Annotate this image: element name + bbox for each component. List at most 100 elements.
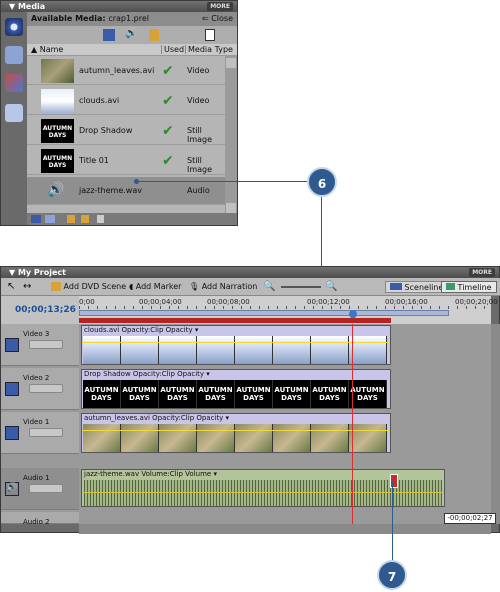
transitions-icon[interactable] [5, 74, 23, 92]
scroll-down-arrow[interactable] [226, 203, 236, 213]
speaker-icon: 🔊 [47, 182, 65, 198]
timeline-clip[interactable]: clouds.avi Opacity:Clip Opacity ▾ [81, 325, 391, 365]
audio-waveform [84, 480, 442, 506]
opacity-line [82, 430, 390, 431]
leaves-thumbnail [41, 59, 74, 83]
clip-frame [273, 424, 311, 452]
callout-6: 6 [307, 167, 337, 197]
film-reel-icon[interactable] [5, 18, 23, 36]
add-marker-label: Add Marker [135, 282, 182, 291]
time-ruler[interactable]: 0;00 00;00;04;00 00;00;08;00 00;00;12;00 00;… [79, 296, 498, 324]
new-folder-icon[interactable] [67, 215, 75, 223]
project-panel: ▼ My Project MORE ↖ ↔ Add DVD Scene ◖ Ad… [0, 266, 500, 534]
selection-tool-icon[interactable]: ↖ [7, 281, 15, 293]
zoom-slider[interactable] [281, 286, 321, 288]
media-item-name: clouds.avi [79, 96, 120, 105]
clip-frame [159, 336, 197, 364]
clip-frame [349, 336, 387, 364]
close-label: Close [211, 14, 233, 23]
clip-frame: AUTUMN DAYS [235, 380, 273, 408]
media-item-type: Video [187, 96, 210, 105]
icon-view-icon[interactable] [45, 215, 55, 223]
ruler-tick-label: 00;00;12;00 [307, 298, 350, 306]
timeline-clip[interactable]: autumn_leaves.avi Opacity:Clip Opacity ▾ [81, 413, 391, 453]
clip-frame [121, 336, 159, 364]
video-track-icon[interactable] [5, 426, 19, 440]
sceneline-tab[interactable]: Sceneline [385, 281, 449, 293]
more-button[interactable]: MORE [207, 2, 233, 11]
media-list-item[interactable]: AUTUMN DAYS Title 01 ✔ Still Image [27, 147, 225, 175]
ruler-tick-label: 0;00 [79, 298, 95, 306]
name-column-header[interactable]: ▲ Name [31, 45, 63, 54]
keyframe-controls[interactable] [29, 484, 63, 493]
type-column-header[interactable]: Media Type [185, 45, 233, 54]
add-marker-button[interactable]: ◖ Add Marker [129, 281, 181, 293]
autumn-thumbnail: AUTUMN DAYS [41, 149, 74, 173]
folder-icon[interactable] [81, 215, 89, 223]
clip-label: jazz-theme.wav Volume:Clip Volume ▾ [84, 470, 217, 478]
used-check-icon: ✔ [162, 63, 174, 79]
clip-frame [159, 424, 197, 452]
clip-frame: AUTUMN DAYS [197, 380, 235, 408]
keyframe-controls[interactable] [29, 384, 63, 393]
media-item-type: Video [187, 66, 210, 75]
clip-frame: AUTUMN DAYS [311, 380, 349, 408]
clip-effect-dropdown[interactable]: Opacity:Clip Opacity [152, 414, 223, 422]
scroll-up-arrow[interactable] [226, 58, 236, 68]
zoom-in-icon[interactable]: 🔍 [325, 281, 337, 293]
keyframe-controls[interactable] [29, 428, 63, 437]
media-item-name: autumn_leaves.avi [79, 66, 155, 75]
media-item-type: Audio [187, 186, 210, 195]
sceneline-label: Sceneline [404, 283, 444, 292]
video-track-icon[interactable] [5, 338, 19, 352]
clouds-thumbnail [41, 89, 74, 113]
audio-track-icon[interactable]: 🔊 [5, 482, 19, 496]
trash-icon[interactable] [97, 215, 104, 223]
close-button[interactable]: ⇐ Close [202, 12, 233, 26]
effects-icon[interactable] [5, 46, 23, 64]
list-view-icon[interactable] [31, 215, 41, 223]
clip-effect-dropdown[interactable]: Volume:Clip Volume [141, 470, 211, 478]
zoom-out-icon[interactable]: 🔍 [263, 281, 275, 293]
clip-frame: AUTUMN DAYS [349, 380, 387, 408]
titles-icon[interactable] [5, 104, 23, 122]
current-timecode[interactable]: 00;00;13;26 [1, 296, 79, 324]
timeline-icon [446, 283, 455, 290]
timeline-horizontal-scrollbar[interactable] [79, 524, 491, 534]
clip-effect-dropdown[interactable]: Opacity:Clip Opacity [133, 370, 204, 378]
add-dvd-scene-button[interactable]: Add DVD Scene [51, 281, 126, 293]
project-more-button[interactable]: MORE [469, 268, 495, 277]
clip-frame [197, 424, 235, 452]
time-stretch-icon[interactable]: ↔ [23, 281, 31, 293]
track-header: Audio 2 [1, 512, 79, 526]
media-list-item[interactable]: autumn_leaves.avi ✔ Video [27, 57, 225, 85]
video-track-icon[interactable] [5, 382, 19, 396]
media-scrollbar[interactable] [225, 56, 237, 215]
timeline-clip[interactable]: Drop Shadow Opacity:Clip Opacity ▾ AUTUMN… [81, 369, 391, 409]
image-filter-icon[interactable] [149, 29, 159, 41]
timeline-tab[interactable]: Timeline [441, 281, 497, 293]
media-list-item[interactable]: clouds.avi ✔ Video [27, 87, 225, 115]
audio-filter-icon[interactable]: 🔊 [125, 28, 137, 39]
available-media-header: Available Media: crap1.prel ⇐ Close [27, 12, 237, 26]
track-name: Audio 2 [23, 518, 50, 526]
ruler-tick-label: 00;00;20;00 [455, 298, 498, 306]
sceneline-icon [390, 283, 402, 290]
media-filter-bar: 🔊 [27, 26, 237, 44]
media-panel: ▼ Media MORE Available Media: crap1.prel… [0, 0, 238, 226]
clip-effect-dropdown[interactable]: Opacity:Clip Opacity [121, 326, 192, 334]
used-check-icon: ✔ [162, 123, 174, 139]
add-dvd-scene-label: Add DVD Scene [63, 282, 127, 291]
used-check-icon: ✔ [162, 153, 174, 169]
add-narration-button[interactable]: 🎙 Add Narration [189, 281, 257, 293]
new-item-icon[interactable] [205, 29, 215, 41]
callout-6-dot [134, 179, 139, 184]
used-check-icon: ✔ [162, 93, 174, 109]
video-filter-icon[interactable] [103, 29, 115, 41]
keyframe-controls[interactable] [29, 340, 63, 349]
track-name: Audio 1 [23, 474, 50, 482]
work-area-bar [79, 318, 391, 323]
used-column-header[interactable]: Used [161, 45, 184, 54]
media-list-item[interactable]: AUTUMN DAYS Drop Shadow ✔ Still Image [27, 117, 225, 145]
timeline-vertical-scrollbar[interactable] [491, 324, 500, 524]
